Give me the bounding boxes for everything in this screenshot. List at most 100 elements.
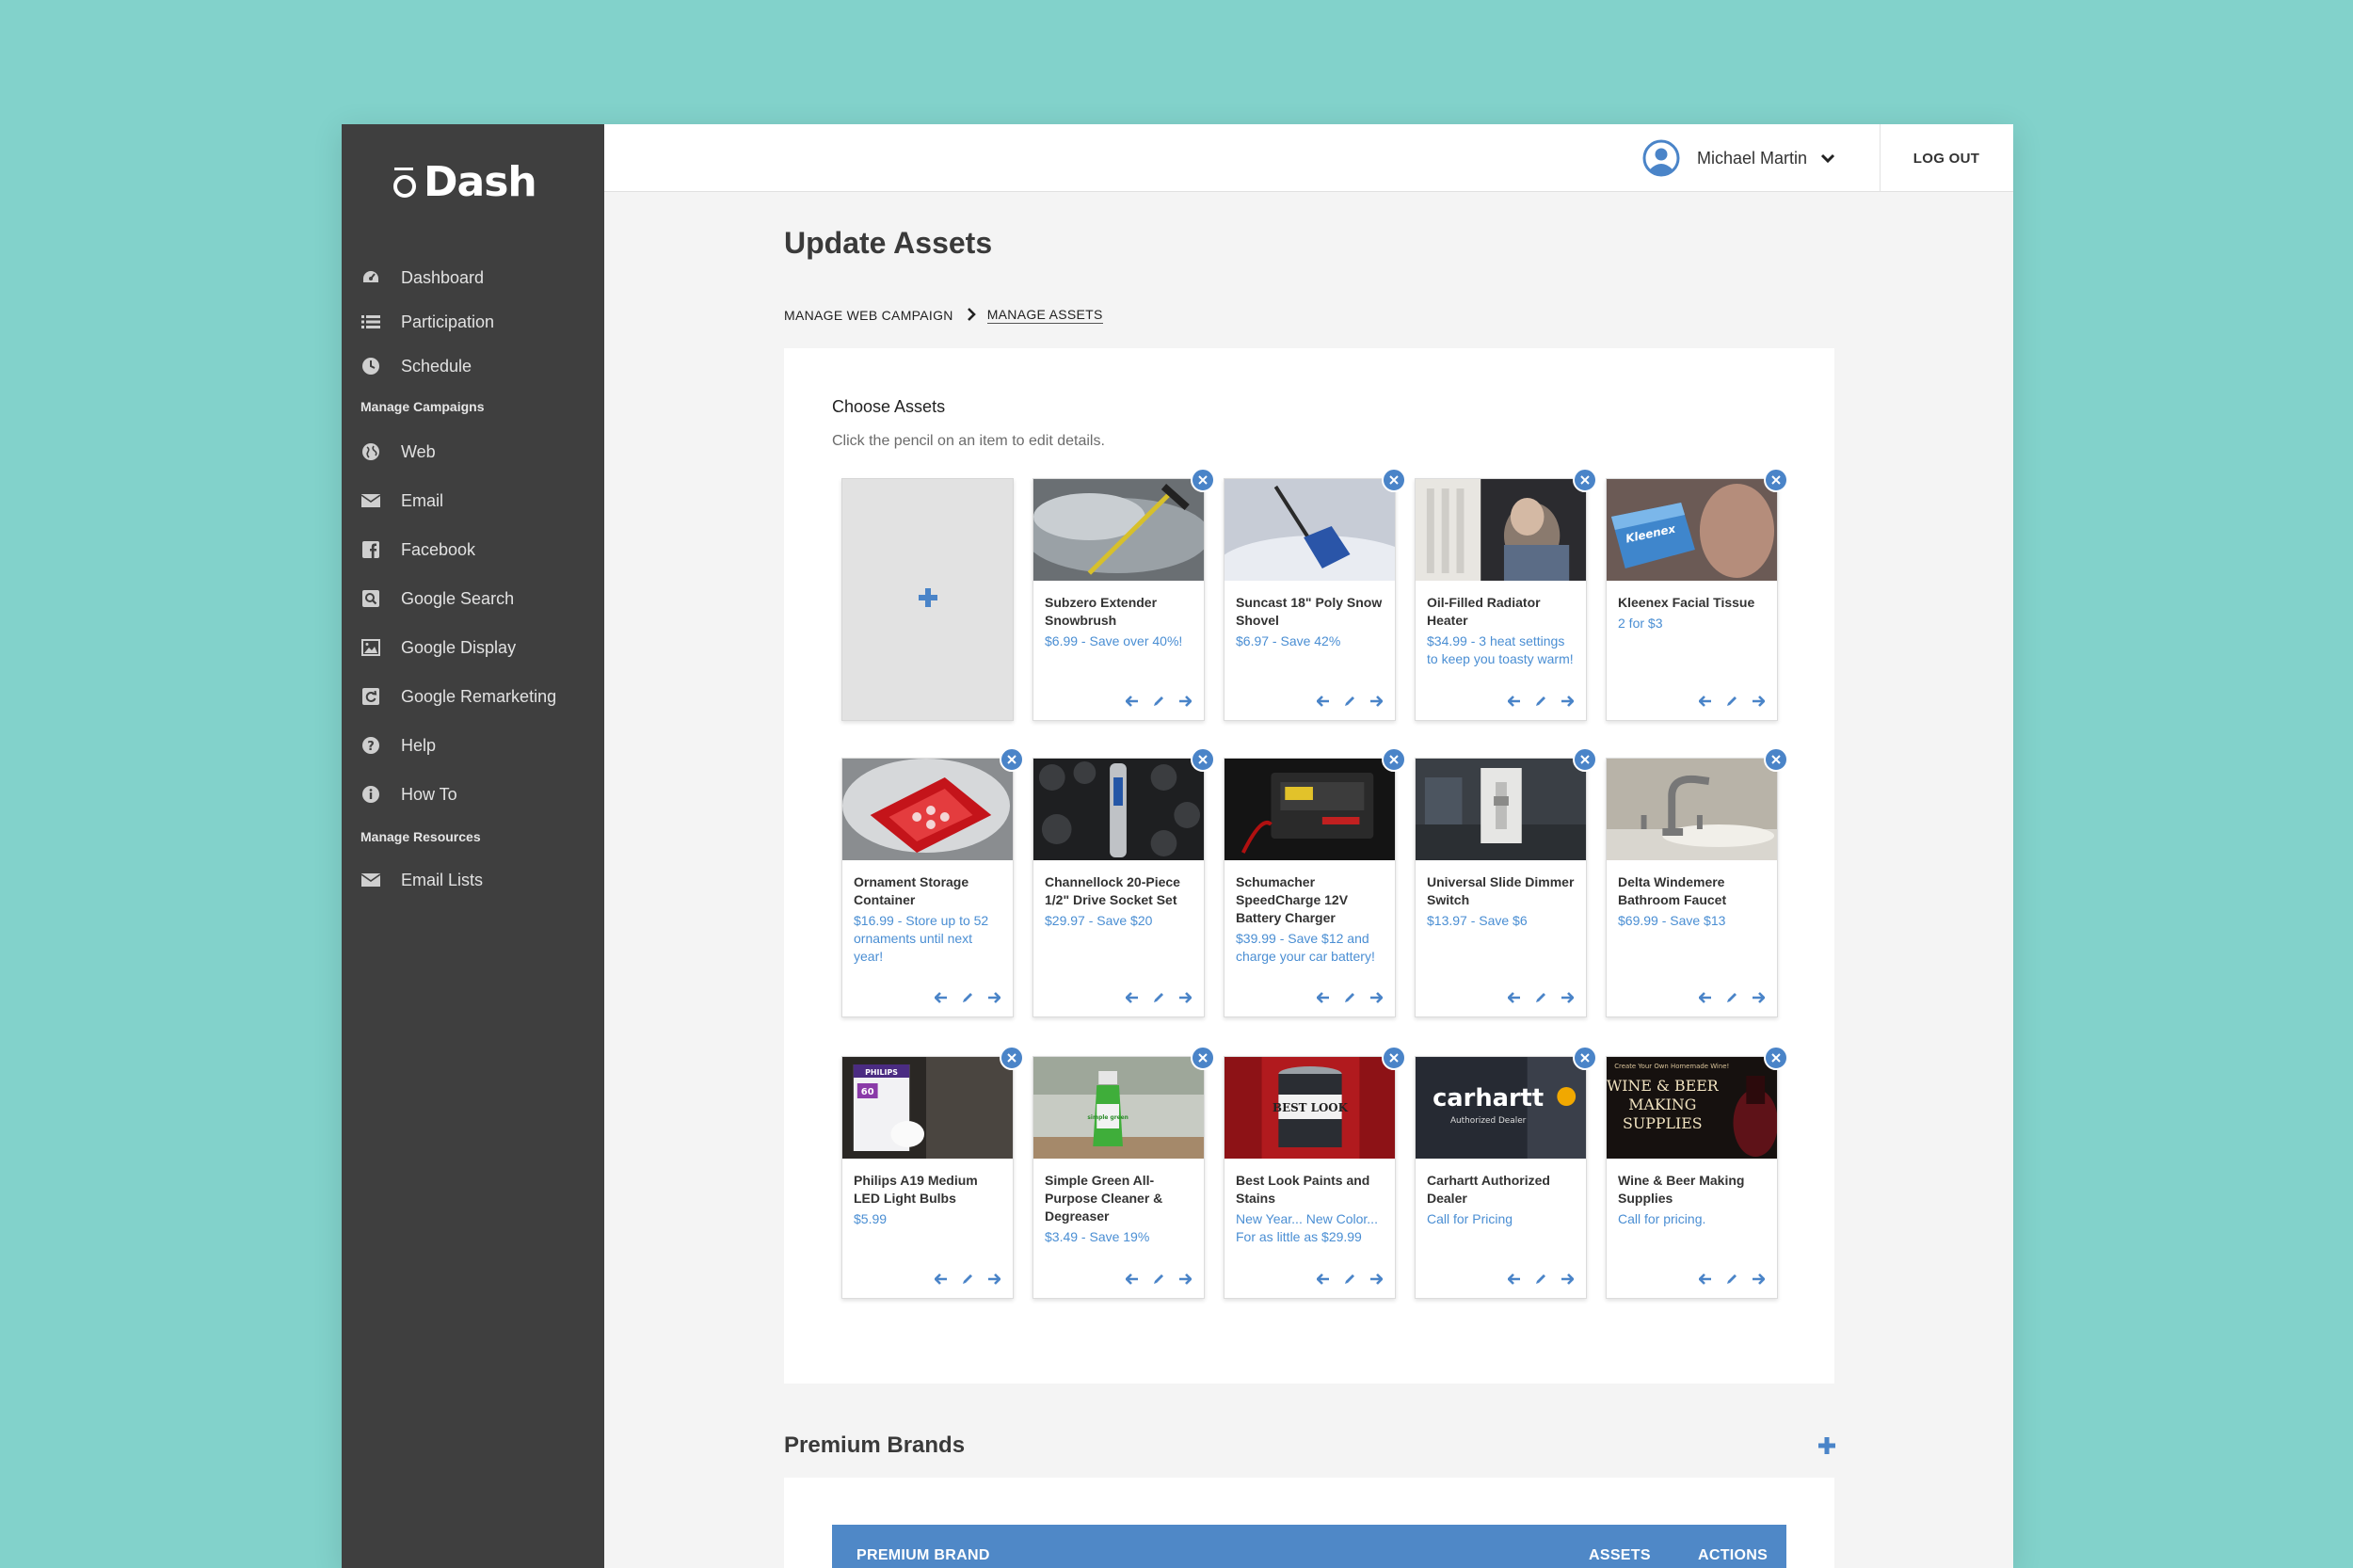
move-left-icon[interactable]	[1316, 990, 1331, 1005]
wine-line1-text: WINE & BEER	[1607, 1077, 1720, 1095]
edit-pencil-icon[interactable]	[1533, 990, 1548, 1005]
remove-asset-button[interactable]	[1573, 747, 1597, 772]
asset-tile: carhartt Authorized Dealer Carhartt Autho…	[1415, 1046, 1597, 1299]
edit-pencil-icon[interactable]	[1533, 1272, 1548, 1287]
sidebar-item-google-remarketing[interactable]: Google Remarketing	[360, 682, 556, 711]
sidebar-item-participation[interactable]: Participation	[360, 308, 494, 336]
remove-asset-button[interactable]	[1764, 468, 1788, 492]
sidebar-item-google-display[interactable]: Google Display	[360, 633, 516, 662]
asset-tile: BEST LOOK Best Look Paints and Stains Ne…	[1224, 1046, 1406, 1299]
sidebar-item-email-lists[interactable]: Email Lists	[360, 866, 483, 894]
move-left-icon[interactable]	[1125, 990, 1140, 1005]
move-left-icon[interactable]	[934, 990, 949, 1005]
move-left-icon[interactable]	[1698, 990, 1713, 1005]
breadcrumb-link-web-campaign[interactable]: MANAGE WEB CAMPAIGN	[784, 308, 953, 323]
move-right-icon[interactable]	[1369, 1272, 1384, 1287]
asset-price: $34.99 - 3 heat settings to keep you toa…	[1427, 633, 1574, 666]
move-left-icon[interactable]	[934, 1272, 949, 1287]
asset-price: 2 for $3	[1618, 616, 1663, 631]
move-right-icon[interactable]	[1751, 694, 1766, 709]
asset-price: $6.99 - Save over 40%!	[1045, 633, 1183, 648]
edit-pencil-icon[interactable]	[1342, 1272, 1357, 1287]
sidebar-item-label: Help	[401, 735, 437, 755]
breadcrumb-current[interactable]: MANAGE ASSETS	[986, 307, 1103, 324]
dash-logo[interactable]: Dash	[393, 162, 537, 203]
edit-pencil-icon[interactable]	[1151, 694, 1166, 709]
clock-icon	[360, 356, 381, 376]
asset-tile: Ornament Storage Container $16.99 - Stor…	[841, 747, 1024, 1017]
column-header-actions[interactable]: ACTIONS	[1698, 1547, 1768, 1564]
move-left-icon[interactable]	[1507, 694, 1522, 709]
remove-asset-button[interactable]	[1382, 1046, 1406, 1070]
remove-asset-button[interactable]	[1764, 747, 1788, 772]
sidebar-item-how-to[interactable]: How To	[360, 780, 457, 808]
sidebar-item-google-search[interactable]: Google Search	[360, 584, 514, 613]
info-circle-icon	[360, 784, 381, 805]
wine-line2-text: MAKING	[1628, 1096, 1696, 1113]
remove-asset-button[interactable]	[1573, 468, 1597, 492]
chevron-right-icon	[967, 307, 976, 324]
move-left-icon[interactable]	[1698, 1272, 1713, 1287]
sidebar-item-label: Google Search	[401, 588, 515, 608]
asset-actions	[1125, 990, 1193, 1005]
move-right-icon[interactable]	[1177, 694, 1193, 709]
move-right-icon[interactable]	[1177, 1272, 1193, 1287]
remove-asset-button[interactable]	[1000, 747, 1024, 772]
remove-asset-button[interactable]	[1764, 1046, 1788, 1070]
edit-pencil-icon[interactable]	[960, 990, 975, 1005]
sidebar-item-facebook[interactable]: Facebook	[360, 536, 475, 564]
sidebar-item-schedule[interactable]: Schedule	[360, 352, 472, 380]
remove-asset-button[interactable]	[1191, 468, 1215, 492]
move-right-icon[interactable]	[986, 990, 1001, 1005]
move-left-icon[interactable]	[1125, 1272, 1140, 1287]
sidebar-item-help[interactable]: ? Help	[360, 731, 436, 760]
move-right-icon[interactable]	[1751, 1272, 1766, 1287]
edit-pencil-icon[interactable]	[1724, 990, 1739, 1005]
remove-asset-button[interactable]	[1382, 747, 1406, 772]
edit-pencil-icon[interactable]	[1533, 694, 1548, 709]
edit-pencil-icon[interactable]	[1342, 694, 1357, 709]
sidebar-item-label: Dashboard	[401, 267, 485, 287]
remove-asset-button[interactable]	[1573, 1046, 1597, 1070]
edit-pencil-icon[interactable]	[1151, 1272, 1166, 1287]
add-premium-brand-button[interactable]	[1816, 1434, 1838, 1457]
add-asset-tile[interactable]	[841, 478, 1014, 721]
edit-pencil-icon[interactable]	[1724, 1272, 1739, 1287]
edit-pencil-icon[interactable]	[1342, 990, 1357, 1005]
remove-asset-button[interactable]	[1191, 1046, 1215, 1070]
move-left-icon[interactable]	[1316, 694, 1331, 709]
move-right-icon[interactable]	[1177, 990, 1193, 1005]
sidebar-item-dashboard[interactable]: Dashboard	[360, 264, 484, 292]
move-left-icon[interactable]	[1316, 1272, 1331, 1287]
asset-name: Best Look Paints and Stains	[1236, 1173, 1370, 1206]
move-right-icon[interactable]	[1560, 694, 1575, 709]
edit-pencil-icon[interactable]	[1151, 990, 1166, 1005]
move-left-icon[interactable]	[1507, 990, 1522, 1005]
remove-asset-button[interactable]	[1191, 747, 1215, 772]
move-right-icon[interactable]	[1751, 990, 1766, 1005]
move-right-icon[interactable]	[1369, 694, 1384, 709]
column-header-assets[interactable]: ASSETS	[1589, 1547, 1651, 1564]
move-right-icon[interactable]	[1560, 1272, 1575, 1287]
move-left-icon[interactable]	[1507, 1272, 1522, 1287]
app-window: Dash Dashboard Participation Schedule Ma…	[342, 124, 2013, 1568]
remove-asset-button[interactable]	[1000, 1046, 1024, 1070]
asset-actions	[1698, 990, 1766, 1005]
move-right-icon[interactable]	[986, 1272, 1001, 1287]
user-name: Michael Martin	[1697, 148, 1808, 168]
move-left-icon[interactable]	[1125, 694, 1140, 709]
sidebar-item-web[interactable]: Web	[360, 438, 436, 466]
move-right-icon[interactable]	[1560, 990, 1575, 1005]
best-look-label: BEST LOOK	[1273, 1101, 1349, 1114]
edit-pencil-icon[interactable]	[960, 1272, 975, 1287]
sidebar-item-email[interactable]: Email	[360, 487, 443, 515]
logout-button[interactable]: LOG OUT	[1880, 124, 2013, 192]
asset-tile: Suncast 18" Poly Snow Shovel $6.97 - Sav…	[1224, 468, 1406, 721]
asset-price: $5.99	[854, 1211, 888, 1226]
column-header-premium-brand[interactable]: PREMIUM BRAND	[856, 1547, 990, 1564]
edit-pencil-icon[interactable]	[1724, 694, 1739, 709]
remove-asset-button[interactable]	[1382, 468, 1406, 492]
move-left-icon[interactable]	[1698, 694, 1713, 709]
user-menu[interactable]: Michael Martin	[1642, 139, 1835, 177]
move-right-icon[interactable]	[1369, 990, 1384, 1005]
